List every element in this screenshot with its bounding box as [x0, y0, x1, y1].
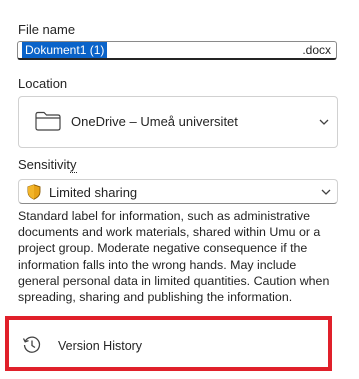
sensitivity-label: Sensitivity: [18, 157, 77, 173]
version-history-label: Version History: [58, 339, 143, 353]
history-icon: [22, 336, 41, 353]
sensitivity-description: Standard label for information, such as …: [18, 209, 330, 305]
file-name-value[interactable]: Dokument1 (1): [22, 42, 108, 58]
shield-icon: [27, 184, 41, 200]
sensitivity-label-tail: y: [70, 157, 77, 173]
file-extension: .docx: [302, 43, 331, 57]
version-history-button[interactable]: Version History: [18, 330, 318, 360]
file-name-label: File name: [18, 22, 76, 37]
location-label: Location: [18, 76, 68, 91]
save-as-panel: File name Dokument1 (1) .docx Location O…: [0, 0, 359, 379]
sensitivity-dropdown[interactable]: Limited sharing: [18, 179, 338, 204]
folder-icon: [35, 111, 61, 131]
sensitivity-label-main: Sensitivit: [18, 157, 71, 172]
file-name-input[interactable]: Dokument1 (1) .docx: [17, 41, 337, 60]
location-dropdown[interactable]: OneDrive – Umeå universitet: [18, 96, 338, 148]
chevron-down-icon: [319, 119, 329, 125]
chevron-down-icon: [321, 189, 331, 195]
location-value: OneDrive – Umeå universitet: [71, 114, 238, 129]
sensitivity-value: Limited sharing: [49, 185, 138, 200]
